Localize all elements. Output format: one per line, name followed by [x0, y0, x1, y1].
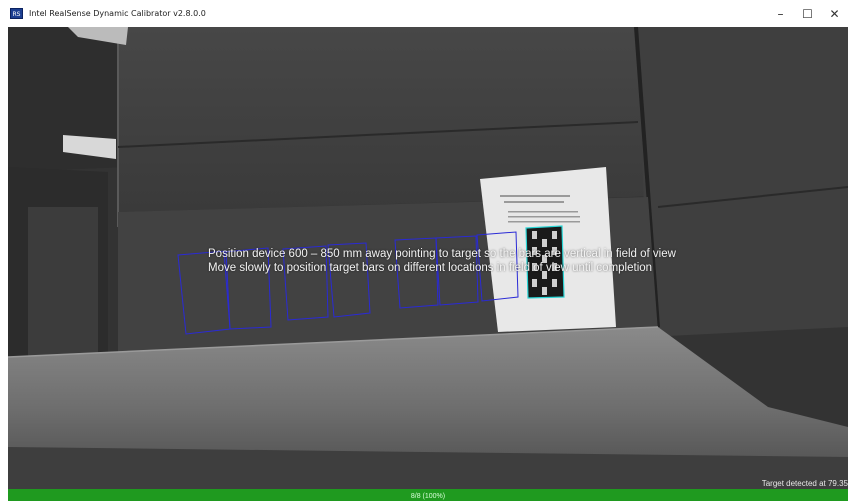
instruction-line-1: Position device 600 – 850 mm away pointi…	[208, 248, 676, 260]
close-button[interactable]: ✕	[821, 0, 848, 27]
window-controls: – ☐ ✕	[767, 0, 848, 27]
calibration-progress-bar: 8/8 (100%)	[8, 489, 848, 501]
title-bar[interactable]: RS Intel RealSense Dynamic Calibrator v2…	[0, 0, 848, 27]
window-title: Intel RealSense Dynamic Calibrator v2.8.…	[29, 9, 206, 18]
minimize-button[interactable]: –	[767, 0, 794, 27]
app-icon: RS	[10, 8, 23, 19]
detection-status: Target detected at 79.35	[761, 479, 848, 488]
instruction-line-2: Move slowly to position target bars on d…	[208, 262, 653, 274]
calibrator-window: RS Intel RealSense Dynamic Calibrator v2…	[0, 0, 848, 501]
instructions: Position device 600 – 850 mm away pointi…	[208, 247, 676, 275]
progress-label: 8/8 (100%)	[410, 493, 446, 500]
maximize-button[interactable]: ☐	[794, 0, 821, 27]
camera-feed: Position device 600 – 850 mm away pointi…	[8, 27, 848, 489]
